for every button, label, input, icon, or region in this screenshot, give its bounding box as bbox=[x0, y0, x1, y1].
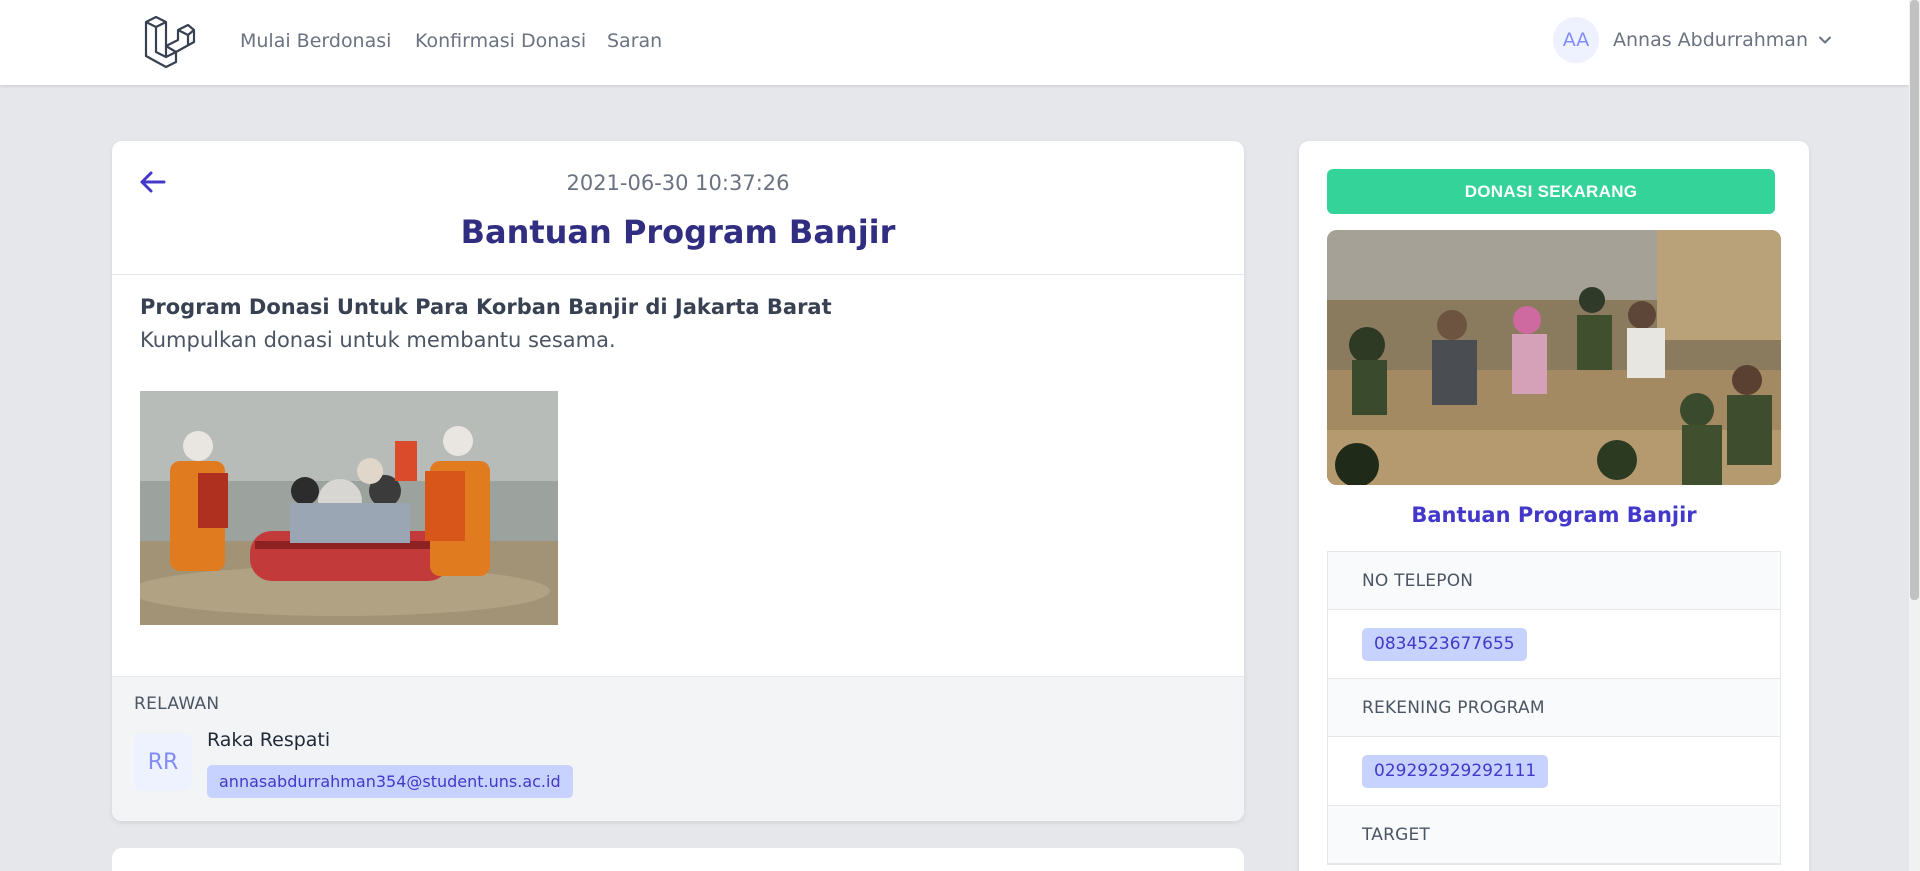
user-menu[interactable]: AA Annas Abdurrahman bbox=[1553, 17, 1832, 63]
relawan-avatar: RR bbox=[134, 733, 192, 791]
user-avatar: AA bbox=[1553, 17, 1599, 63]
post-description: Kumpulkan donasi untuk membantu sesama. bbox=[140, 328, 616, 352]
laravel-logo-icon[interactable] bbox=[142, 16, 196, 68]
nav-link-mulai-berdonasi[interactable]: Mulai Berdonasi bbox=[240, 30, 391, 52]
top-navbar: Mulai Berdonasi Konfirmasi Donasi Saran … bbox=[0, 0, 1909, 85]
info-label-target: TARGET bbox=[1328, 806, 1780, 864]
account-badge: 029292929292111 bbox=[1362, 754, 1549, 788]
info-label-phone: NO TELEPON bbox=[1328, 552, 1780, 610]
donate-now-button[interactable]: DONASI SEKARANG bbox=[1327, 169, 1775, 214]
relawan-heading: RELAWAN bbox=[134, 694, 220, 714]
chevron-down-icon bbox=[1819, 36, 1831, 44]
scrollbar-thumb[interactable] bbox=[1910, 0, 1919, 600]
phone-badge: 0834523677655 bbox=[1362, 627, 1527, 661]
relawan-name: Raka Respati bbox=[207, 729, 331, 751]
post-date: 2021-06-30 10:37:26 bbox=[566, 171, 790, 195]
info-value-account: 029292929292111 bbox=[1328, 737, 1780, 806]
divider bbox=[112, 274, 1244, 275]
secondary-card bbox=[112, 848, 1244, 871]
post-card: 2021-06-30 10:37:26 Bantuan Program Banj… bbox=[112, 141, 1244, 821]
user-name: Annas Abdurrahman bbox=[1613, 29, 1808, 51]
relawan-email-badge: annasabdurrahman354@student.uns.ac.id bbox=[207, 765, 573, 798]
post-subtitle: Program Donasi Untuk Para Korban Banjir … bbox=[140, 295, 832, 319]
post-title: Bantuan Program Banjir bbox=[460, 213, 896, 251]
program-info-list: NO TELEPON 0834523677655 REKENING PROGRA… bbox=[1327, 551, 1781, 865]
info-value-phone: 0834523677655 bbox=[1328, 610, 1780, 679]
info-label-account: REKENING PROGRAM bbox=[1328, 679, 1780, 737]
flood-rescue-photo bbox=[140, 391, 558, 625]
donation-sidebar: DONASI SEKARANG Bantuan Program Banjir N… bbox=[1299, 141, 1809, 871]
relawan-section: RELAWAN RR Raka Respati annasabdurrahman… bbox=[112, 676, 1244, 821]
flood-evacuation-photo bbox=[1327, 230, 1781, 485]
nav-link-konfirmasi-donasi[interactable]: Konfirmasi Donasi bbox=[415, 30, 586, 52]
program-title: Bantuan Program Banjir bbox=[1411, 503, 1697, 527]
nav-link-saran[interactable]: Saran bbox=[607, 30, 662, 52]
